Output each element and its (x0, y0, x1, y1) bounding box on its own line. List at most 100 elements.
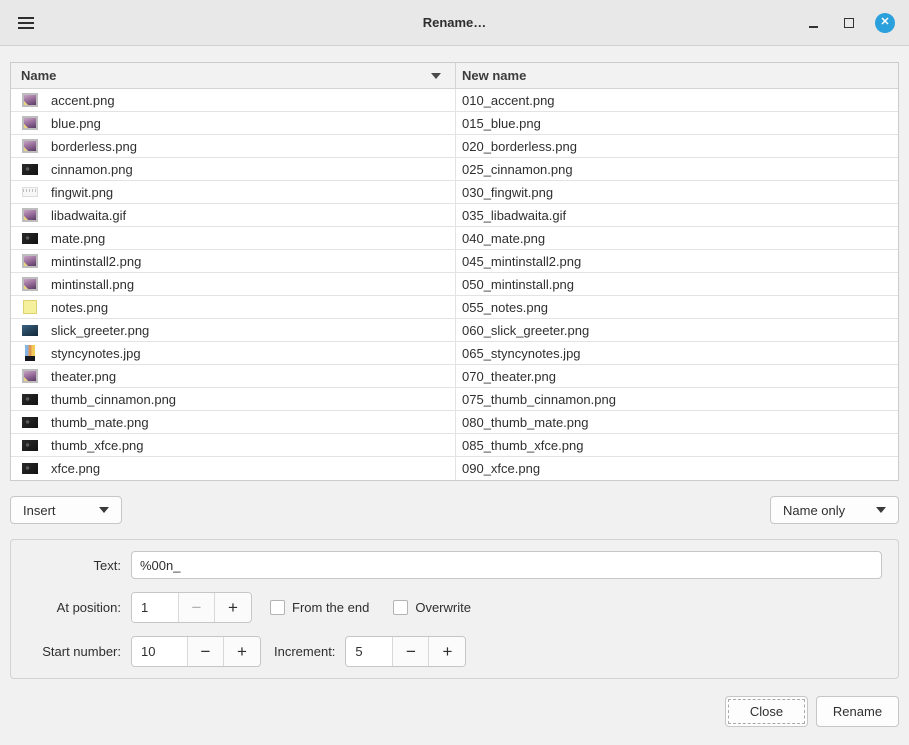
column-header-name[interactable]: Name (11, 63, 456, 88)
original-filename: slick_greeter.png (51, 323, 149, 338)
original-filename: thumb_cinnamon.png (51, 392, 176, 407)
close-icon: ✕ (875, 13, 895, 33)
new-filename: 075_thumb_cinnamon.png (462, 392, 616, 407)
new-filename: 055_notes.png (462, 300, 548, 315)
table-row[interactable]: thumb_cinnamon.png 075_thumb_cinnamon.pn… (11, 388, 898, 411)
cell-original-name: mintinstall.png (11, 273, 456, 295)
cell-new-name: 040_mate.png (456, 227, 898, 249)
window-controls: ✕ (803, 13, 895, 33)
table-row[interactable]: notes.png 055_notes.png (11, 296, 898, 319)
table-row[interactable]: theater.png 070_theater.png (11, 365, 898, 388)
plus-button[interactable]: + (215, 593, 251, 622)
table-row[interactable]: borderless.png 020_borderless.png (11, 135, 898, 158)
original-filename: fingwit.png (51, 185, 113, 200)
cell-original-name: accent.png (11, 89, 456, 111)
table-row[interactable]: mate.png 040_mate.png (11, 227, 898, 250)
minus-button[interactable]: − (393, 637, 429, 666)
overwrite-label: Overwrite (415, 600, 471, 615)
rename-preview-table: Name New name accent.png 010_accent.png (10, 62, 899, 481)
at-position-label: At position: (29, 600, 121, 615)
scope-dropdown[interactable]: Name only (770, 496, 899, 524)
cell-original-name: thumb_mate.png (11, 411, 456, 433)
new-filename: 020_borderless.png (462, 139, 577, 154)
cell-new-name: 015_blue.png (456, 112, 898, 134)
maximize-button[interactable] (839, 13, 859, 33)
cell-new-name: 020_borderless.png (456, 135, 898, 157)
file-thumbnail-icon (22, 394, 38, 405)
titlebar: Rename… ✕ (0, 0, 909, 46)
overwrite-checkbox[interactable] (393, 600, 408, 615)
at-position-entry[interactable] (132, 593, 179, 622)
plus-button[interactable]: + (224, 637, 260, 666)
cell-original-name: thumb_xfce.png (11, 434, 456, 456)
table-row[interactable]: libadwaita.gif 035_libadwaita.gif (11, 204, 898, 227)
scope-label: Name only (783, 503, 845, 518)
close-window-button[interactable]: ✕ (875, 13, 895, 33)
rename-button[interactable]: Rename (816, 696, 899, 727)
table-row[interactable]: thumb_mate.png 080_thumb_mate.png (11, 411, 898, 434)
minus-button[interactable]: − (179, 593, 215, 622)
menu-button[interactable] (14, 11, 38, 35)
text-field-label: Text: (29, 558, 121, 573)
new-filename: 035_libadwaita.gif (462, 208, 566, 223)
cell-new-name: 050_mintinstall.png (456, 273, 898, 295)
table-row[interactable]: thumb_xfce.png 085_thumb_xfce.png (11, 434, 898, 457)
new-filename: 030_fingwit.png (462, 185, 553, 200)
table-row[interactable]: cinnamon.png 025_cinnamon.png (11, 158, 898, 181)
insert-mode-dropdown[interactable]: Insert (10, 496, 122, 524)
insert-mode-label: Insert (23, 503, 56, 518)
cell-original-name: theater.png (11, 365, 456, 387)
file-thumbnail-icon (22, 139, 38, 153)
table-row[interactable]: xfce.png 090_xfce.png (11, 457, 898, 480)
chevron-down-icon (876, 507, 886, 513)
minimize-button[interactable] (803, 13, 823, 33)
column-header-new-name-label: New name (462, 68, 526, 83)
table-row[interactable]: fingwit.png 030_fingwit.png (11, 181, 898, 204)
file-thumbnail-icon (22, 440, 38, 451)
cell-original-name: blue.png (11, 112, 456, 134)
original-filename: accent.png (51, 93, 115, 108)
increment-spinner: − + (345, 636, 466, 667)
file-thumbnail-icon (22, 208, 38, 222)
table-row[interactable]: blue.png 015_blue.png (11, 112, 898, 135)
table-row[interactable]: slick_greeter.png 060_slick_greeter.png (11, 319, 898, 342)
file-thumbnail-icon (22, 116, 38, 130)
table-row[interactable]: styncynotes.jpg 065_styncynotes.jpg (11, 342, 898, 365)
column-header-name-label: Name (21, 68, 56, 83)
cell-new-name: 080_thumb_mate.png (456, 411, 898, 433)
new-filename: 010_accent.png (462, 93, 555, 108)
cell-new-name: 055_notes.png (456, 296, 898, 318)
close-dialog-button[interactable]: Close (725, 696, 808, 727)
cell-original-name: styncynotes.jpg (11, 342, 456, 364)
column-header-new-name[interactable]: New name (456, 63, 898, 88)
dropdown-row: Insert Name only (10, 496, 899, 524)
text-input[interactable] (131, 551, 882, 579)
minus-button[interactable]: − (188, 637, 224, 666)
from-the-end-option[interactable]: From the end (270, 600, 369, 615)
text-row: Text: (29, 551, 882, 579)
cell-new-name: 070_theater.png (456, 365, 898, 387)
original-filename: notes.png (51, 300, 108, 315)
new-filename: 070_theater.png (462, 369, 556, 384)
table-row[interactable]: mintinstall2.png 045_mintinstall2.png (11, 250, 898, 273)
increment-entry[interactable] (346, 637, 393, 666)
file-thumbnail-icon (22, 463, 38, 474)
file-thumbnail-icon (22, 369, 38, 383)
from-the-end-checkbox[interactable] (270, 600, 285, 615)
cell-original-name: borderless.png (11, 135, 456, 157)
file-thumbnail-icon (22, 277, 38, 291)
cell-new-name: 090_xfce.png (456, 457, 898, 480)
window-title: Rename… (0, 15, 909, 30)
overwrite-option[interactable]: Overwrite (393, 600, 471, 615)
table-row[interactable]: accent.png 010_accent.png (11, 89, 898, 112)
table-row[interactable]: mintinstall.png 050_mintinstall.png (11, 273, 898, 296)
new-filename: 080_thumb_mate.png (462, 415, 588, 430)
file-thumbnail-icon (22, 233, 38, 244)
at-position-spinner: − + (131, 592, 252, 623)
cell-new-name: 085_thumb_xfce.png (456, 434, 898, 456)
start-number-entry[interactable] (132, 637, 188, 666)
cell-new-name: 065_styncynotes.jpg (456, 342, 898, 364)
original-filename: theater.png (51, 369, 116, 384)
cell-original-name: slick_greeter.png (11, 319, 456, 341)
plus-button[interactable]: + (429, 637, 465, 666)
